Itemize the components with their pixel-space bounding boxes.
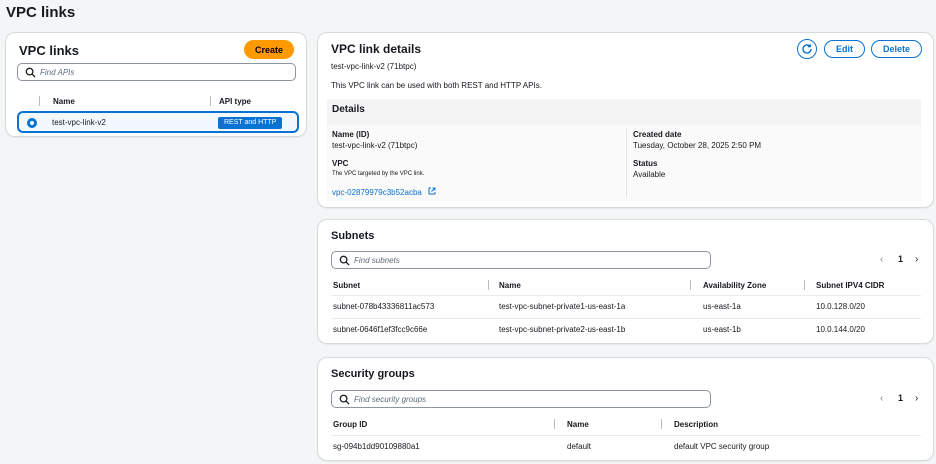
subnet-name: test-vpc-subnet-private2-us-east-1b — [499, 325, 626, 334]
column-header-group-id[interactable]: Group ID — [333, 420, 367, 429]
vpc-link-text[interactable]: vpc-02879979c3b52acba — [332, 188, 422, 197]
row-divider — [331, 295, 921, 296]
subnets-title: Subnets — [331, 230, 375, 242]
page-number[interactable]: 1 — [898, 393, 903, 403]
column-header-api-type[interactable]: API type — [219, 97, 251, 106]
vpc-help-text: The VPC targeted by the VPC link. — [332, 171, 425, 177]
column-header-availability-zone[interactable]: Availability Zone — [703, 281, 766, 290]
vpc-link-details-panel: VPC link details test-vpc-link-v2 (71btp… — [317, 32, 934, 208]
table-row[interactable]: test-vpc-link-v2 REST and HTTP — [17, 111, 299, 133]
column-separator — [661, 419, 662, 429]
details-body: Name (ID) test-vpc-link-v2 (71btpc) VPC … — [327, 125, 921, 201]
column-separator — [210, 96, 211, 106]
security-groups-title: Security groups — [331, 368, 415, 380]
search-icon — [339, 255, 350, 266]
page-title: VPC links — [6, 4, 76, 21]
find-apis-search[interactable] — [17, 63, 296, 81]
security-group-id: sg-094b1dd90109880a1 — [333, 442, 420, 451]
vpc-links-panel: VPC links Create Name API type test-vpc-… — [5, 32, 307, 137]
details-section: Details Name (ID) test-vpc-link-v2 (71bt… — [327, 99, 921, 201]
column-header-name[interactable]: Name — [567, 420, 589, 429]
name-id-label: Name (ID) — [332, 130, 370, 139]
created-date-label: Created date — [633, 130, 682, 139]
subnet-az: us-east-1a — [703, 302, 741, 311]
row-divider — [331, 318, 921, 319]
column-header-name[interactable]: Name — [53, 97, 75, 106]
chevron-right-icon[interactable]: › — [915, 393, 918, 404]
name-id-value: test-vpc-link-v2 (71btpc) — [332, 141, 418, 150]
security-groups-panel: Security groups ‹ 1 › Group ID Name Desc… — [317, 357, 934, 461]
subnet-id: subnet-078b43336811ac573 — [333, 302, 435, 311]
row-divider — [331, 435, 921, 436]
subnet-id: subnet-0646f1ef3fcc9c66e — [333, 325, 428, 334]
find-subnets-input[interactable] — [354, 253, 704, 267]
details-title: VPC link details — [331, 42, 422, 56]
details-subtitle: test-vpc-link-v2 (71btpc) — [331, 62, 417, 71]
security-group-name: default — [567, 442, 592, 451]
search-icon — [339, 394, 350, 405]
column-separator — [488, 280, 489, 290]
external-link-icon — [428, 187, 436, 195]
subnets-pagination: ‹ 1 › — [878, 254, 928, 266]
page-number[interactable]: 1 — [898, 254, 903, 264]
column-header-name[interactable]: Name — [499, 281, 521, 290]
chevron-left-icon[interactable]: ‹ — [880, 254, 883, 265]
delete-button[interactable]: Delete — [871, 40, 922, 58]
find-apis-input[interactable] — [40, 65, 289, 79]
details-divider — [626, 129, 627, 197]
vpc-link-name: test-vpc-link-v2 — [52, 118, 106, 127]
vpc-label: VPC — [332, 159, 349, 168]
column-separator — [804, 280, 805, 290]
vpc-links-title: VPC links — [19, 43, 79, 58]
status-value: Available — [633, 170, 666, 179]
find-subnets-search[interactable] — [331, 251, 711, 269]
created-date-value: Tuesday, October 28, 2025 2:50 PM — [633, 141, 762, 150]
subnets-panel: Subnets ‹ 1 › Subnet Name Availability Z… — [317, 219, 934, 344]
column-header-description[interactable]: Description — [674, 420, 718, 429]
refresh-button[interactable] — [797, 39, 817, 59]
subnet-cidr: 10.0.128.0/20 — [816, 302, 865, 311]
subnet-name: test-vpc-subnet-private1-us-east-1a — [499, 302, 626, 311]
column-header-subnet[interactable]: Subnet — [333, 281, 360, 290]
create-button[interactable]: Create — [244, 40, 294, 59]
find-security-groups-input[interactable] — [354, 392, 704, 406]
status-label: Status — [633, 159, 658, 168]
api-type-badge: REST and HTTP — [218, 117, 283, 129]
security-group-description: default VPC security group — [674, 442, 770, 451]
column-separator — [554, 419, 555, 429]
refresh-icon — [802, 44, 812, 54]
vpc-link[interactable]: vpc-02879979c3b52acba — [332, 182, 436, 200]
details-heading: Details — [332, 104, 365, 115]
row-radio-selected[interactable] — [27, 118, 37, 128]
column-header-cidr[interactable]: Subnet IPV4 CIDR — [816, 281, 884, 290]
security-groups-pagination: ‹ 1 › — [878, 393, 928, 405]
subnet-cidr: 10.0.144.0/20 — [816, 325, 865, 334]
edit-button[interactable]: Edit — [824, 40, 865, 58]
column-separator — [690, 280, 691, 290]
find-security-groups-search[interactable] — [331, 390, 711, 408]
subnet-az: us-east-1b — [703, 325, 741, 334]
details-description: This VPC link can be used with both REST… — [331, 81, 542, 90]
search-icon — [25, 67, 36, 78]
chevron-left-icon[interactable]: ‹ — [880, 393, 883, 404]
chevron-right-icon[interactable]: › — [915, 254, 918, 265]
column-separator — [39, 96, 40, 106]
